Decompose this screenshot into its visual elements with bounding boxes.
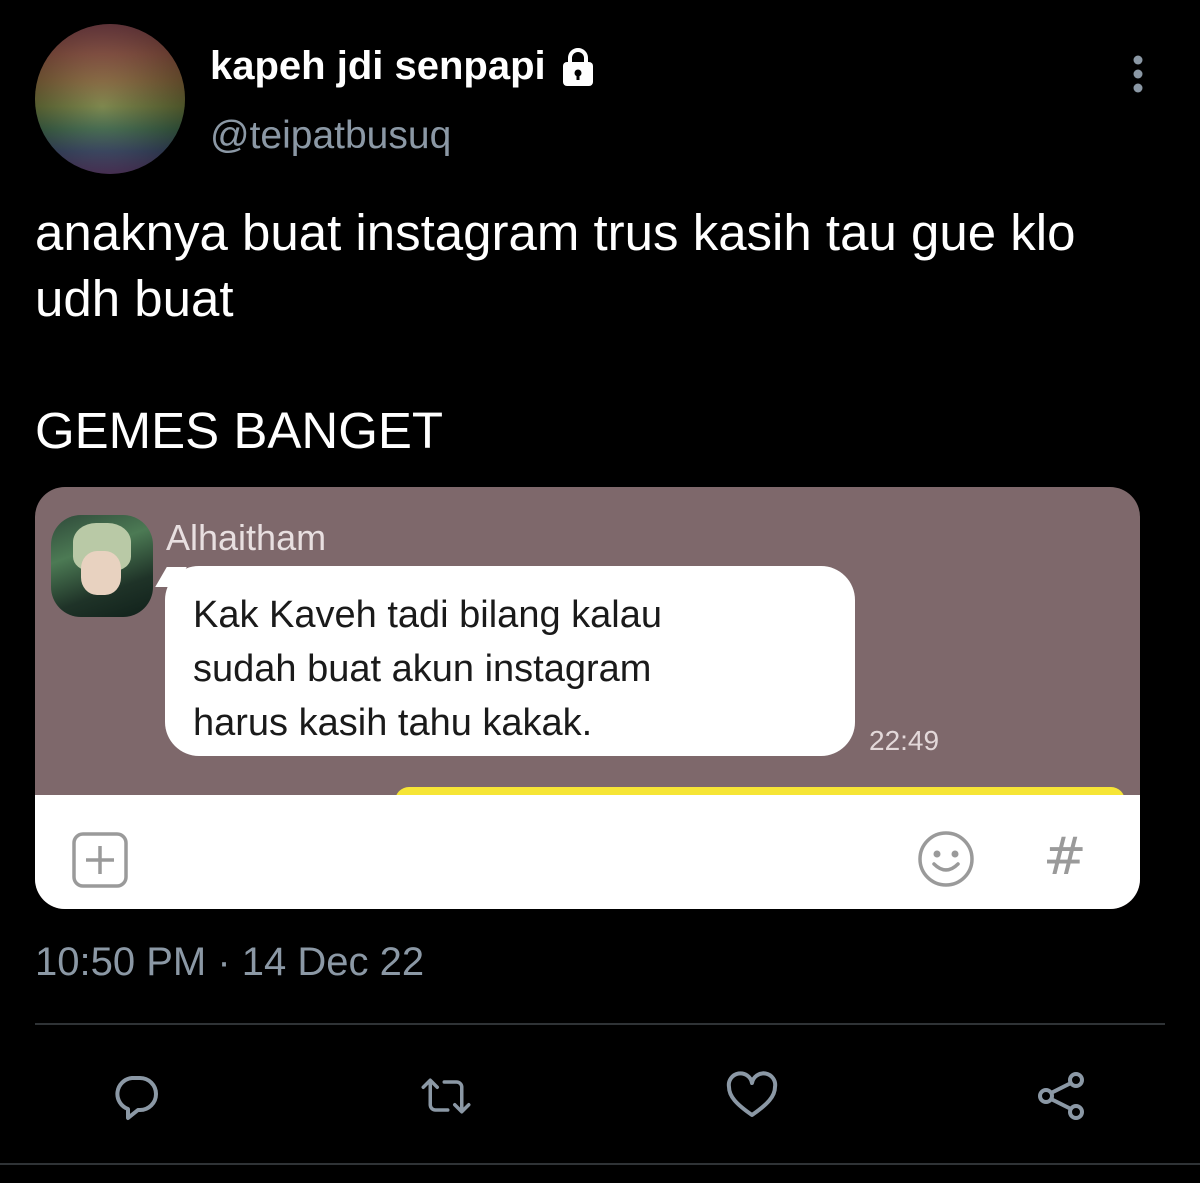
- retweet-button[interactable]: [416, 1066, 476, 1126]
- user-display-name-row[interactable]: kapeh jdi senpapi: [210, 44, 600, 89]
- user-handle[interactable]: @teipatbusuq: [210, 114, 451, 158]
- chat-avatar: [51, 515, 153, 617]
- like-button[interactable]: [722, 1066, 782, 1126]
- avatar[interactable]: [35, 24, 185, 174]
- tweet-media-image[interactable]: Alhaitham Kak Kaveh tadi bilang kalau su…: [35, 487, 1140, 909]
- retweet-icon: [421, 1078, 471, 1114]
- tweet-paragraph: GEMES BANGET: [35, 402, 444, 459]
- more-vertical-icon[interactable]: [1124, 52, 1152, 96]
- tweet-detail: kapeh jdi senpapi @teipatbusuq anaknya b…: [0, 0, 1200, 1183]
- share-icon: [1038, 1072, 1084, 1120]
- chat-message-time: 22:49: [869, 725, 940, 756]
- plus-square-icon: [71, 831, 129, 889]
- chat-message-bubble: Kak Kaveh tadi bilang kalau sudah buat a…: [165, 566, 855, 756]
- reply-icon: [115, 1076, 158, 1120]
- tweet-paragraph: anaknya buat instagram trus kasih tau gu…: [35, 204, 1076, 327]
- emoji-icon: [917, 830, 975, 888]
- lock-icon: [556, 45, 600, 89]
- chat-message-line: Kak Kaveh tadi bilang kalau: [193, 594, 662, 636]
- tweet-text: anaknya buat instagram trus kasih tau gu…: [35, 200, 1165, 464]
- divider: [0, 1163, 1200, 1165]
- heart-icon: [726, 1071, 778, 1117]
- chat-message-line: sudah buat akun instagram: [193, 648, 652, 690]
- divider: [35, 1023, 1165, 1025]
- hash-icon: #: [1043, 827, 1087, 887]
- chat-sender-name: Alhaitham: [166, 517, 327, 558]
- chat-message-line: harus kasih tahu kakak.: [193, 702, 593, 744]
- share-button[interactable]: [1032, 1066, 1092, 1126]
- reply-button[interactable]: [106, 1066, 166, 1126]
- display-name[interactable]: kapeh jdi senpapi: [210, 44, 546, 89]
- tweet-timestamp[interactable]: 10:50 PM · 14 Dec 22: [35, 940, 424, 985]
